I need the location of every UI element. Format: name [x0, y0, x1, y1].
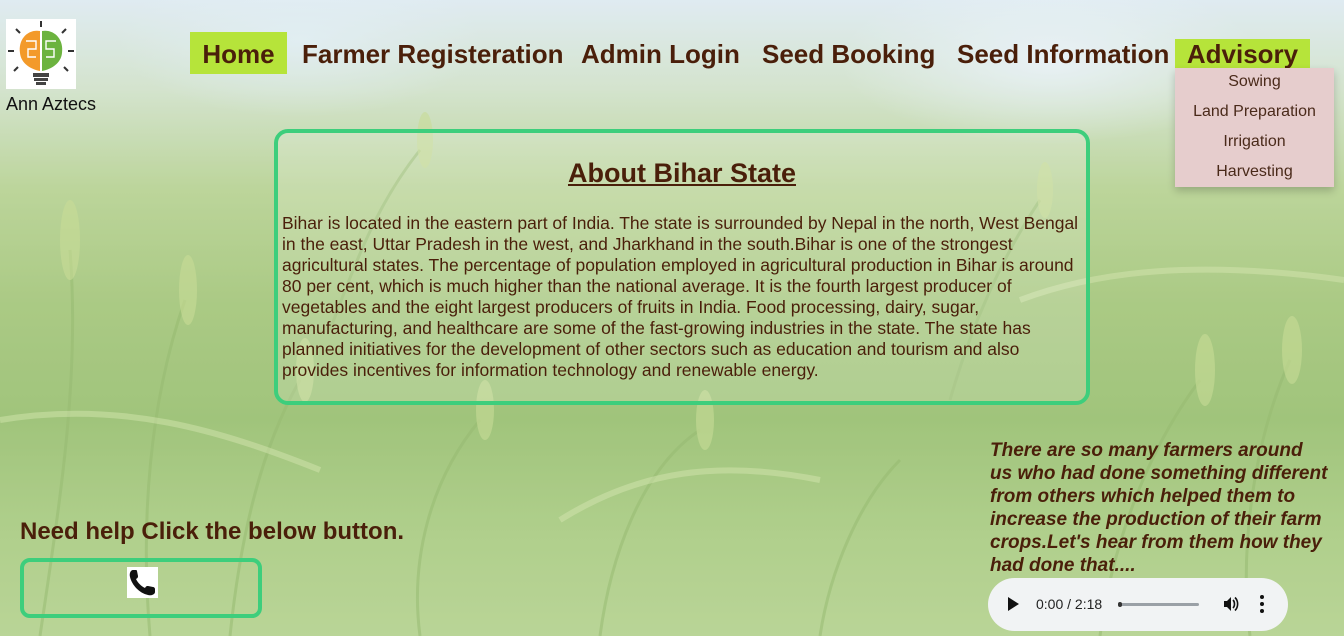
nav-admin-login[interactable]: Admin Login [581, 32, 740, 74]
nav-seed-booking[interactable]: Seed Booking [762, 32, 935, 74]
about-body: Bihar is located in the eastern part of … [282, 213, 1079, 380]
phone-icon [127, 567, 158, 598]
nav-home[interactable]: Home [190, 32, 287, 74]
audio-time: 0:00 / 2:18 [1036, 596, 1103, 612]
advisory-dropdown: Sowing Land Preparation Irrigation Harve… [1175, 68, 1334, 187]
about-title: About Bihar State [567, 158, 796, 188]
audio-player: 0:00 / 2:18 [988, 578, 1288, 631]
play-icon[interactable] [1008, 597, 1019, 611]
nav-seed-information[interactable]: Seed Information [957, 32, 1169, 74]
about-card: About Bihar State Bihar is located in th… [274, 129, 1090, 405]
call-help-button[interactable] [20, 558, 262, 618]
volume-icon[interactable] [1222, 595, 1240, 613]
nav-farmer-registration[interactable]: Farmer Registeration [302, 32, 564, 74]
menu-item-harvesting[interactable]: Harvesting [1175, 158, 1334, 188]
menu-item-irrigation[interactable]: Irrigation [1175, 128, 1334, 158]
farmer-stories-quote: There are so many farmers around us who … [990, 440, 1328, 576]
logo[interactable] [6, 19, 76, 89]
audio-progress-thumb[interactable] [1118, 602, 1122, 607]
help-text: Need help Click the below button. [20, 518, 405, 545]
menu-item-land-preparation[interactable]: Land Preparation [1175, 98, 1334, 128]
brain-lightbulb-icon [8, 21, 74, 85]
more-vertical-icon[interactable] [1260, 595, 1264, 613]
audio-progress-slider[interactable] [1118, 602, 1199, 607]
brand-name: Ann Aztecs [6, 94, 97, 114]
menu-item-sowing[interactable]: Sowing [1175, 68, 1334, 98]
